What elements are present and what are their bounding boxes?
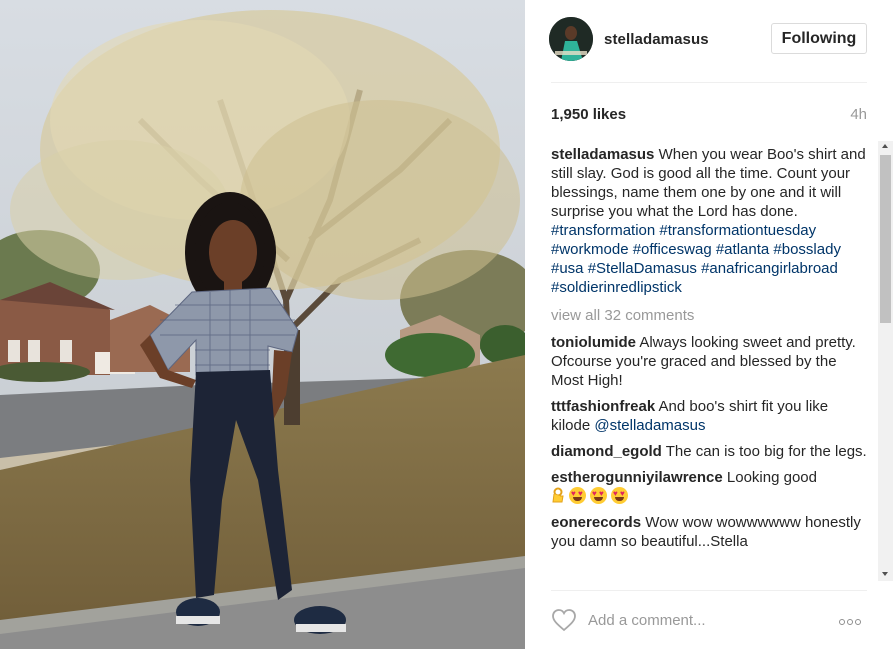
comment-item: toniolumide Always looking sweet and pre… [551, 333, 869, 390]
hashtag-link[interactable]: #transformation [551, 222, 655, 239]
comment-item: eonerecords Wow wow wowwwwww honestly yo… [551, 513, 869, 551]
comments-list[interactable]: stelladamasus When you wear Boo's shirt … [551, 145, 869, 581]
comment-mention[interactable]: @stelladamasus [594, 417, 705, 434]
photo-woman-standing-by-tree [0, 0, 525, 649]
comment-username[interactable]: eonerecords [551, 514, 641, 531]
heart-icon[interactable] [551, 608, 577, 632]
comment-item: diamond_egold The can is too big for the… [551, 442, 869, 461]
avatar[interactable] [549, 17, 593, 61]
hashtag-link[interactable]: #anafricangirlabroad [701, 260, 838, 277]
add-comment-input[interactable] [588, 609, 828, 631]
footer-divider [551, 590, 867, 591]
view-all-comments-link[interactable]: view all 32 comments [551, 306, 869, 325]
header-divider [551, 82, 867, 83]
post-photo[interactable] [0, 0, 525, 649]
heart-eyes-emoji: ♥ ♥ [569, 487, 586, 504]
comment-username[interactable]: tttfashionfreak [551, 398, 655, 415]
hashtag-link[interactable]: #usa [551, 260, 584, 277]
avatar-image [549, 17, 593, 61]
hashtag-link[interactable]: #officeswag [633, 241, 712, 258]
comment-username[interactable]: diamond_egold [551, 443, 662, 460]
post-time[interactable]: 4h [850, 106, 867, 123]
caption-hashtags: #transformation #transformationtuesday #… [551, 222, 841, 296]
ok-hand-emoji [552, 487, 564, 503]
hashtag-link[interactable]: #StellaDamasus [588, 260, 697, 277]
hashtag-link[interactable]: #atlanta [716, 241, 769, 258]
comment-text: Looking good [726, 469, 817, 486]
dot [847, 619, 853, 625]
comment-username[interactable]: toniolumide [551, 334, 636, 351]
dot [855, 619, 861, 625]
heart-eyes-emoji: ♥ ♥ [590, 487, 607, 504]
following-button[interactable]: Following [771, 23, 867, 54]
post-username[interactable]: stelladamasus [604, 31, 709, 48]
comment-username[interactable]: estherogunniyilawrence [551, 469, 723, 486]
post-details-panel: stelladamasus Following 1,950 likes 4h s… [525, 0, 893, 649]
scroll-down-arrow-icon[interactable] [882, 572, 888, 576]
comment-item: tttfashionfreak And boo's shirt fit you … [551, 397, 869, 435]
caption-username[interactable]: stelladamasus [551, 146, 654, 163]
post-header: stelladamasus Following [525, 0, 893, 82]
hashtag-link[interactable]: #bosslady [773, 241, 841, 258]
dot [839, 619, 845, 625]
hashtag-link[interactable]: #transformationtuesday [659, 222, 816, 239]
heart-eyes-emoji: ♥ ♥ [611, 487, 628, 504]
more-options-icon[interactable] [839, 612, 867, 628]
likes-count[interactable]: 1,950 likes [551, 106, 626, 123]
hashtag-link[interactable]: #soldierinredlipstick [551, 279, 682, 296]
scroll-up-arrow-icon[interactable] [882, 144, 888, 148]
comment-text: The can is too big for the legs. [665, 443, 867, 460]
comments-scrollbar[interactable] [878, 141, 893, 581]
caption: stelladamasus When you wear Boo's shirt … [551, 145, 869, 297]
hashtag-link[interactable]: #workmode [551, 241, 629, 258]
comment-item: estherogunniyilawrence Looking good ♥ ♥ ♥ ♥… [551, 468, 869, 506]
scrollbar-thumb[interactable] [880, 155, 891, 323]
